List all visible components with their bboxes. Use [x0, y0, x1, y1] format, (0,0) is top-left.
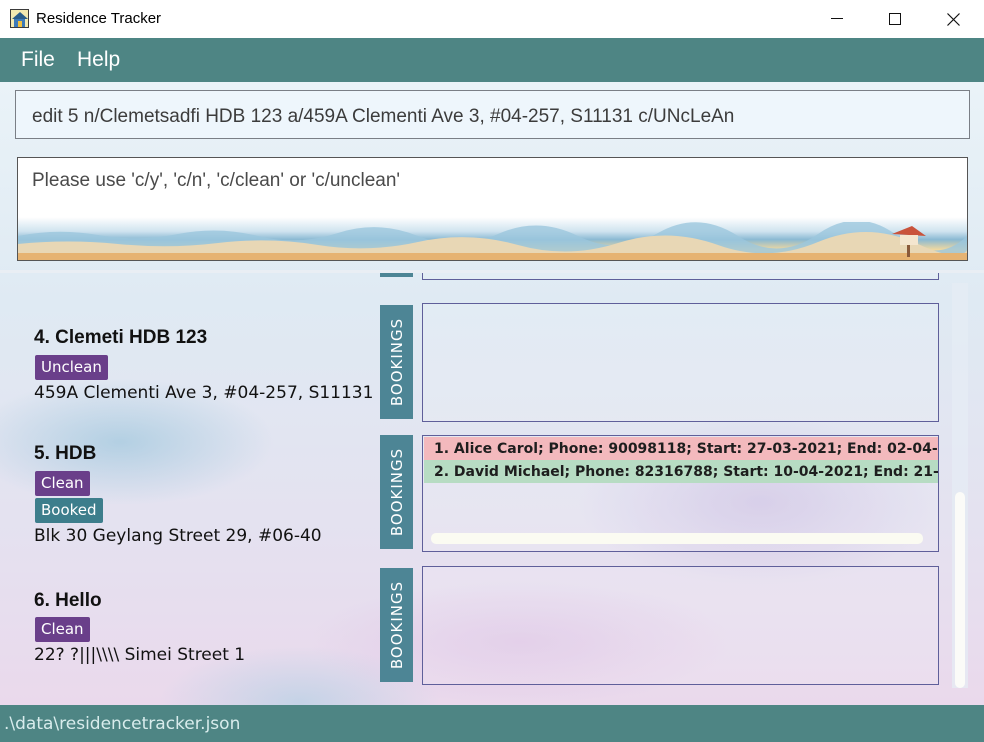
result-display: Please use 'c/y', 'c/n', 'c/clean' or 'c…	[17, 157, 968, 261]
bookings-list[interactable]	[422, 303, 939, 422]
bookings-label: BOOKINGS	[387, 317, 406, 407]
status-badge: Clean	[35, 471, 90, 496]
bookings-list[interactable]	[422, 566, 939, 685]
bookings-list[interactable]	[422, 273, 939, 280]
command-input[interactable]: edit 5 n/Clemetsadfi HDB 123 a/459A Clem…	[15, 90, 970, 139]
maximize-icon[interactable]	[866, 0, 924, 38]
house-icon	[10, 9, 29, 28]
window-title: Residence Tracker	[36, 10, 162, 27]
close-icon[interactable]	[924, 0, 982, 38]
bookings-tab: BOOKINGS	[380, 568, 413, 682]
residence-address: 22? ?|||\\\\ Simei Street 1	[34, 645, 246, 665]
beach-scenery	[18, 222, 967, 260]
menu-file[interactable]: File	[21, 48, 55, 72]
menu-help[interactable]: Help	[77, 48, 120, 72]
result-message: Please use 'c/y', 'c/n', 'c/clean' or 'c…	[32, 170, 401, 191]
residence-name: 4. Clemeti HDB 123	[34, 327, 208, 348]
menu-bar: File Help	[0, 38, 984, 82]
bookings-tab: BOOKINGS	[380, 435, 413, 549]
booking-item[interactable]: 2. David Michael; Phone: 82316788; Start…	[424, 460, 938, 483]
bookings-tab: BOOKINGS	[380, 305, 413, 419]
scrollbar-thumb[interactable]	[955, 492, 965, 688]
data-file-path: .\data\residencetracker.json	[4, 714, 241, 734]
title-bar: Residence Tracker	[0, 0, 984, 38]
list-item[interactable]: 4. Clemeti HDB 123 Unclean 459A Clementi…	[15, 303, 952, 430]
status-bar: .\data\residencetracker.json	[0, 705, 984, 742]
booked-badge: Booked	[35, 498, 103, 523]
bookings-tab	[380, 273, 413, 277]
minimize-icon[interactable]	[808, 0, 866, 38]
bookings-label: BOOKINGS	[387, 580, 406, 670]
residence-address: Blk 30 Geylang Street 29, #06-40	[34, 526, 322, 546]
residence-address: 459A Clementi Ave 3, #04-257, S11131	[34, 383, 374, 403]
booking-item[interactable]: 1. Alice Carol; Phone: 90098118; Start: …	[424, 437, 938, 460]
bookings-label: BOOKINGS	[387, 447, 406, 537]
list-item[interactable]: 6. Hello Clean 22? ?|||\\\\ Simei Street…	[15, 566, 952, 693]
residence-list[interactable]: 4. Clemeti HDB 123 Unclean 459A Clementi…	[15, 273, 952, 705]
list-item[interactable]: 5. HDB Clean Booked Blk 30 Geylang Stree…	[15, 435, 952, 562]
horizontal-scrollbar[interactable]	[431, 533, 923, 544]
residence-name: 5. HDB	[34, 443, 97, 464]
bookings-list[interactable]: 1. Alice Carol; Phone: 90098118; Start: …	[422, 435, 939, 552]
status-badge: Unclean	[35, 355, 108, 380]
status-badge: Clean	[35, 617, 90, 642]
residence-name: 6. Hello	[34, 590, 102, 611]
